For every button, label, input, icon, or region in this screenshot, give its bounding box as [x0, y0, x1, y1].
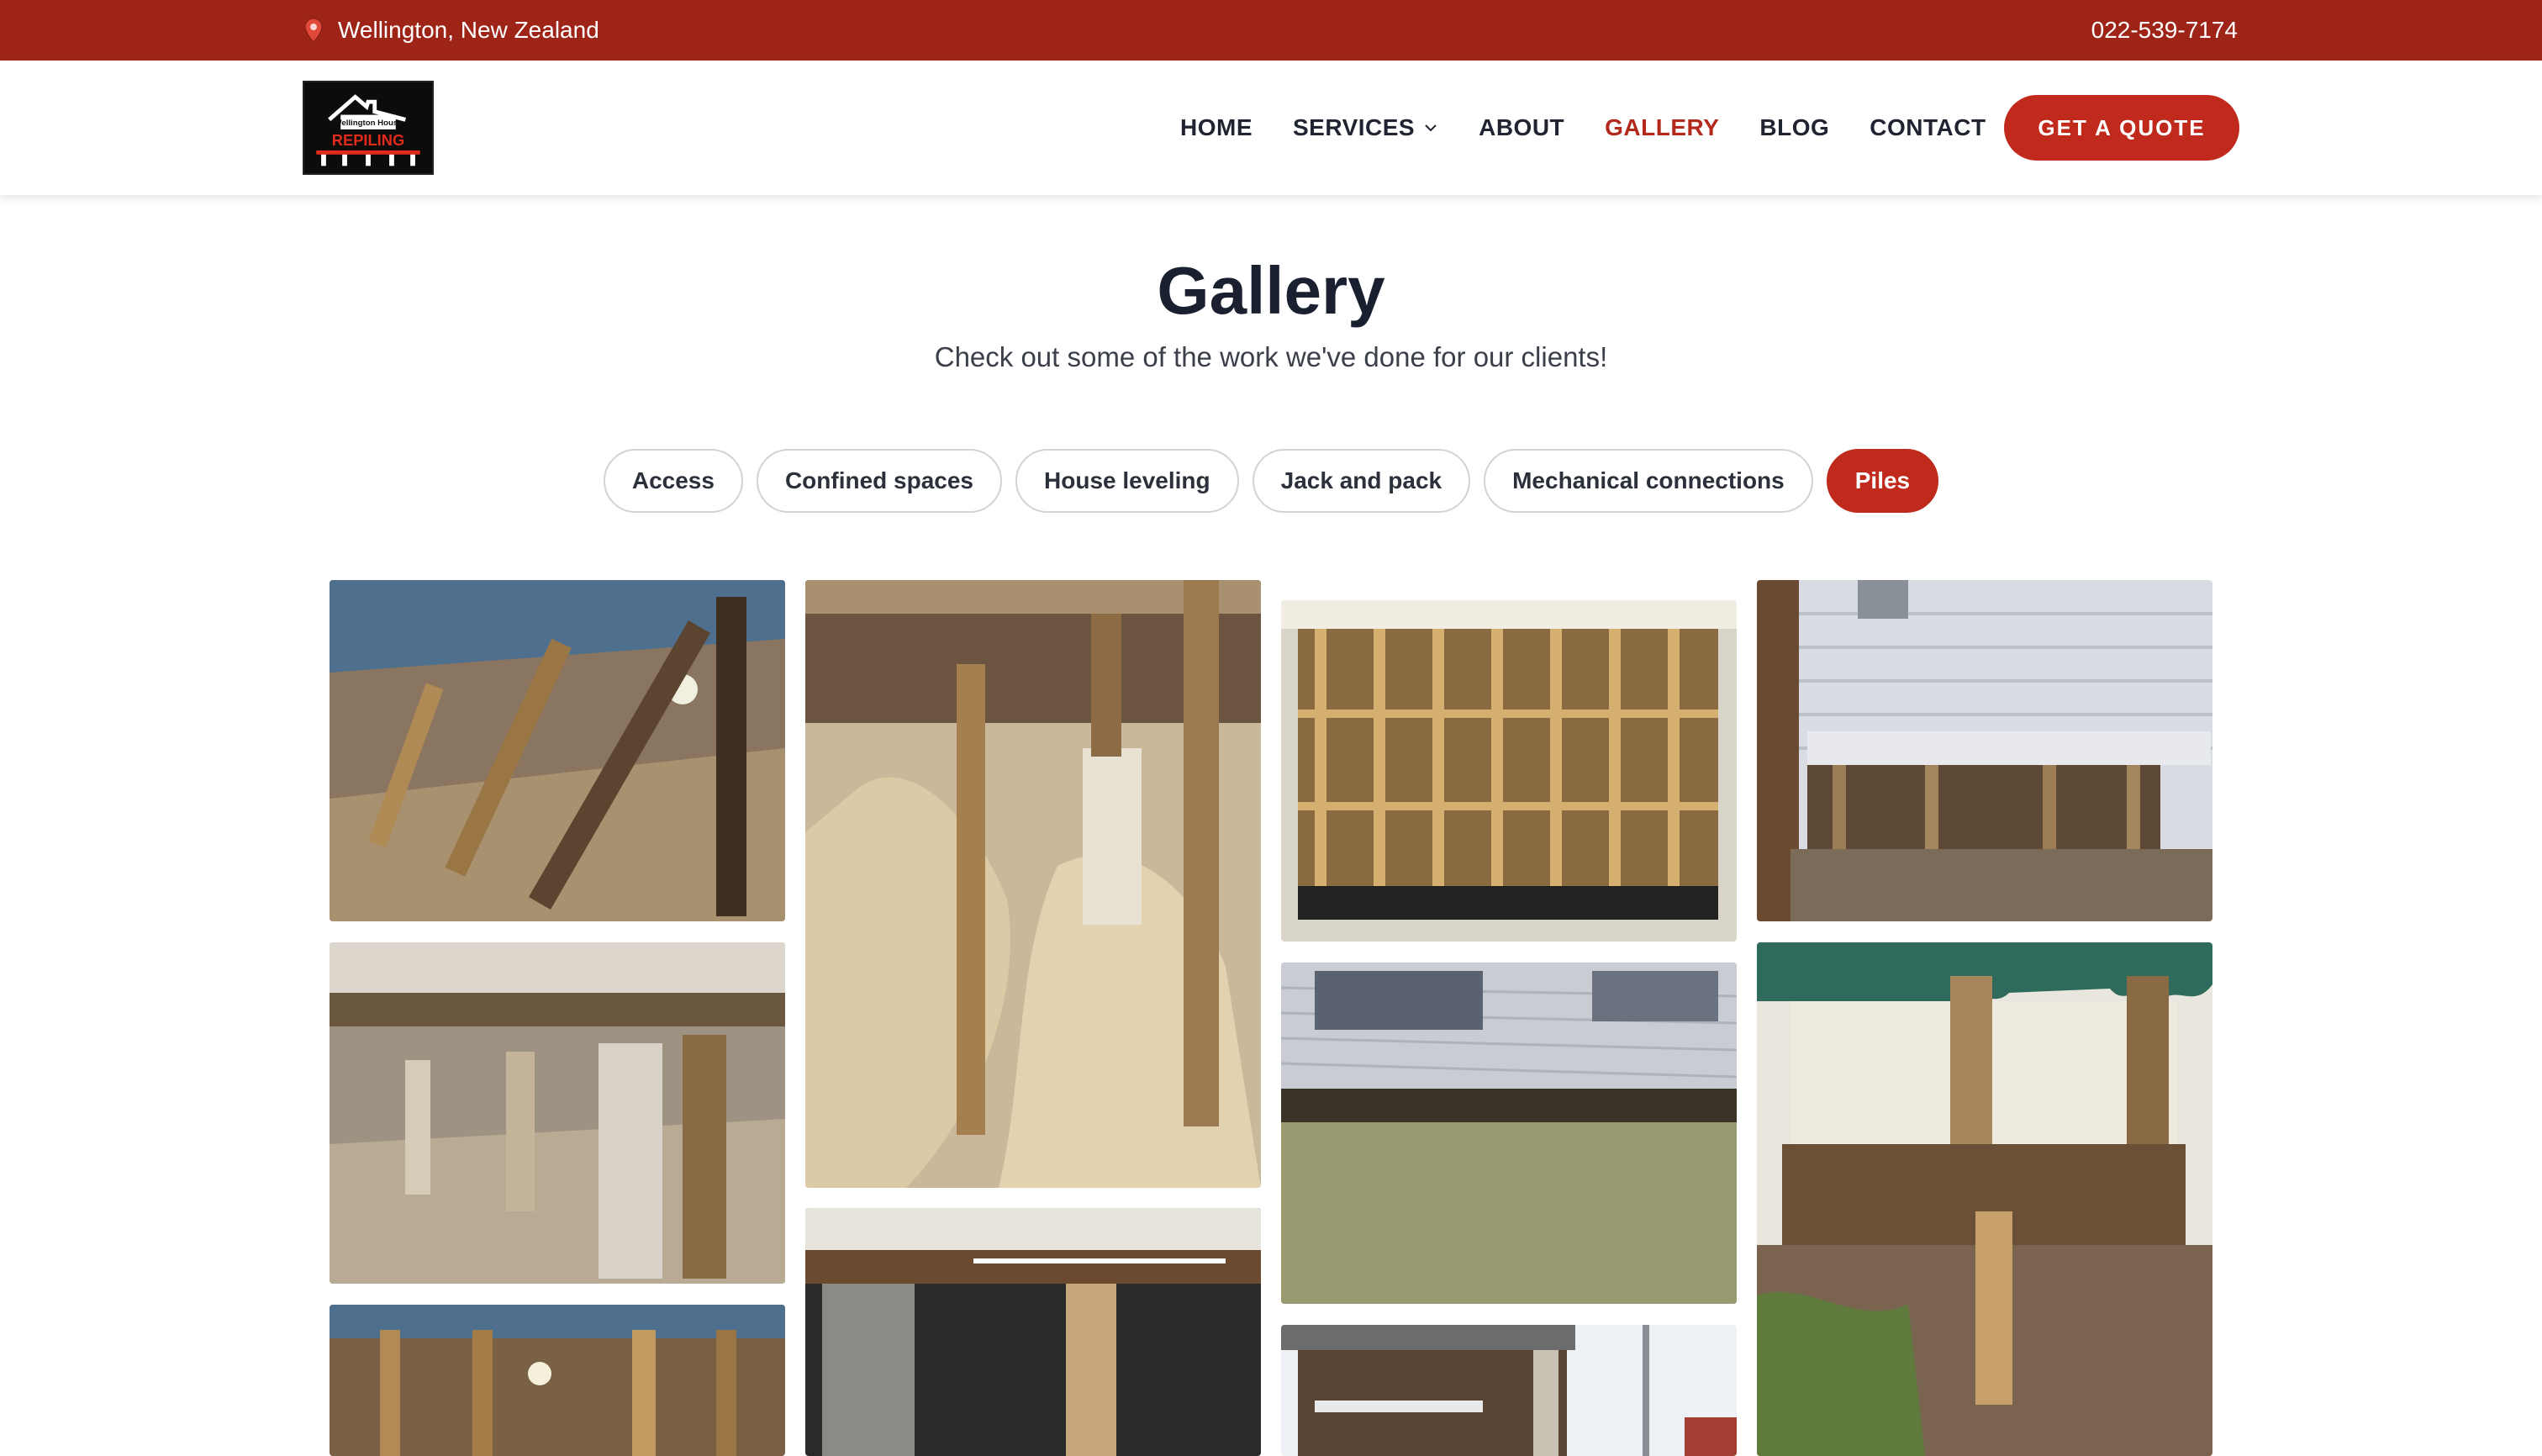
svg-text:Wellington House: Wellington House: [334, 119, 403, 128]
page-subtitle: Check out some of the work we've done fo…: [934, 341, 1608, 372]
gallery-photo[interactable]: [1281, 963, 1737, 1304]
location-text: Wellington, New Zealand: [338, 17, 599, 43]
nav-home[interactable]: HOME: [1180, 114, 1253, 141]
location-info: Wellington, New Zealand: [304, 0, 599, 61]
gallery-photo[interactable]: [805, 1208, 1261, 1456]
phone-number[interactable]: 022-539-7174: [2091, 0, 2238, 61]
site-logo[interactable]: Wellington House REPILING: [303, 81, 434, 175]
nav-services-label: SERVICES: [1293, 114, 1416, 140]
main-nav: HOME SERVICES ABOUT GALLERY BLOG CONTACT: [1180, 61, 2027, 195]
gallery-photo[interactable]: [1757, 580, 2212, 921]
nav-blog[interactable]: BLOG: [1759, 114, 1829, 141]
get-quote-button[interactable]: GET A QUOTE: [2004, 95, 2239, 161]
gallery-photo[interactable]: [1281, 600, 1737, 942]
map-pin-icon: [304, 18, 323, 43]
filter-mechanical-connections[interactable]: Mechanical connections: [1484, 449, 1813, 513]
site-header: Wellington House REPILING HOME SERVICES …: [0, 61, 2542, 195]
gallery-photo[interactable]: [330, 1305, 785, 1456]
gallery-photo[interactable]: [330, 580, 785, 921]
gallery-filters: Access Confined spaces House leveling Ja…: [0, 449, 2542, 513]
gallery-photo[interactable]: [1281, 1325, 1737, 1456]
filter-piles[interactable]: Piles: [1826, 449, 1939, 513]
chevron-down-icon: [1425, 124, 1437, 132]
nav-about[interactable]: ABOUT: [1479, 114, 1564, 141]
filter-jack-and-pack[interactable]: Jack and pack: [1252, 449, 1471, 513]
gallery-photo[interactable]: [805, 580, 1261, 1188]
filter-house-leveling[interactable]: House leveling: [1015, 449, 1239, 513]
nav-services[interactable]: SERVICES: [1293, 114, 1438, 141]
svg-text:REPILING: REPILING: [332, 131, 404, 149]
filter-access[interactable]: Access: [603, 449, 743, 513]
page-title: Gallery: [1157, 253, 1385, 328]
top-bar: Wellington, New Zealand 022-539-7174: [0, 0, 2542, 61]
gallery-photo[interactable]: [330, 942, 785, 1284]
filter-confined-spaces[interactable]: Confined spaces: [756, 449, 1003, 513]
gallery-photo[interactable]: [1757, 942, 2212, 1456]
nav-contact[interactable]: CONTACT: [1870, 114, 1986, 141]
nav-gallery[interactable]: GALLERY: [1605, 114, 1719, 141]
